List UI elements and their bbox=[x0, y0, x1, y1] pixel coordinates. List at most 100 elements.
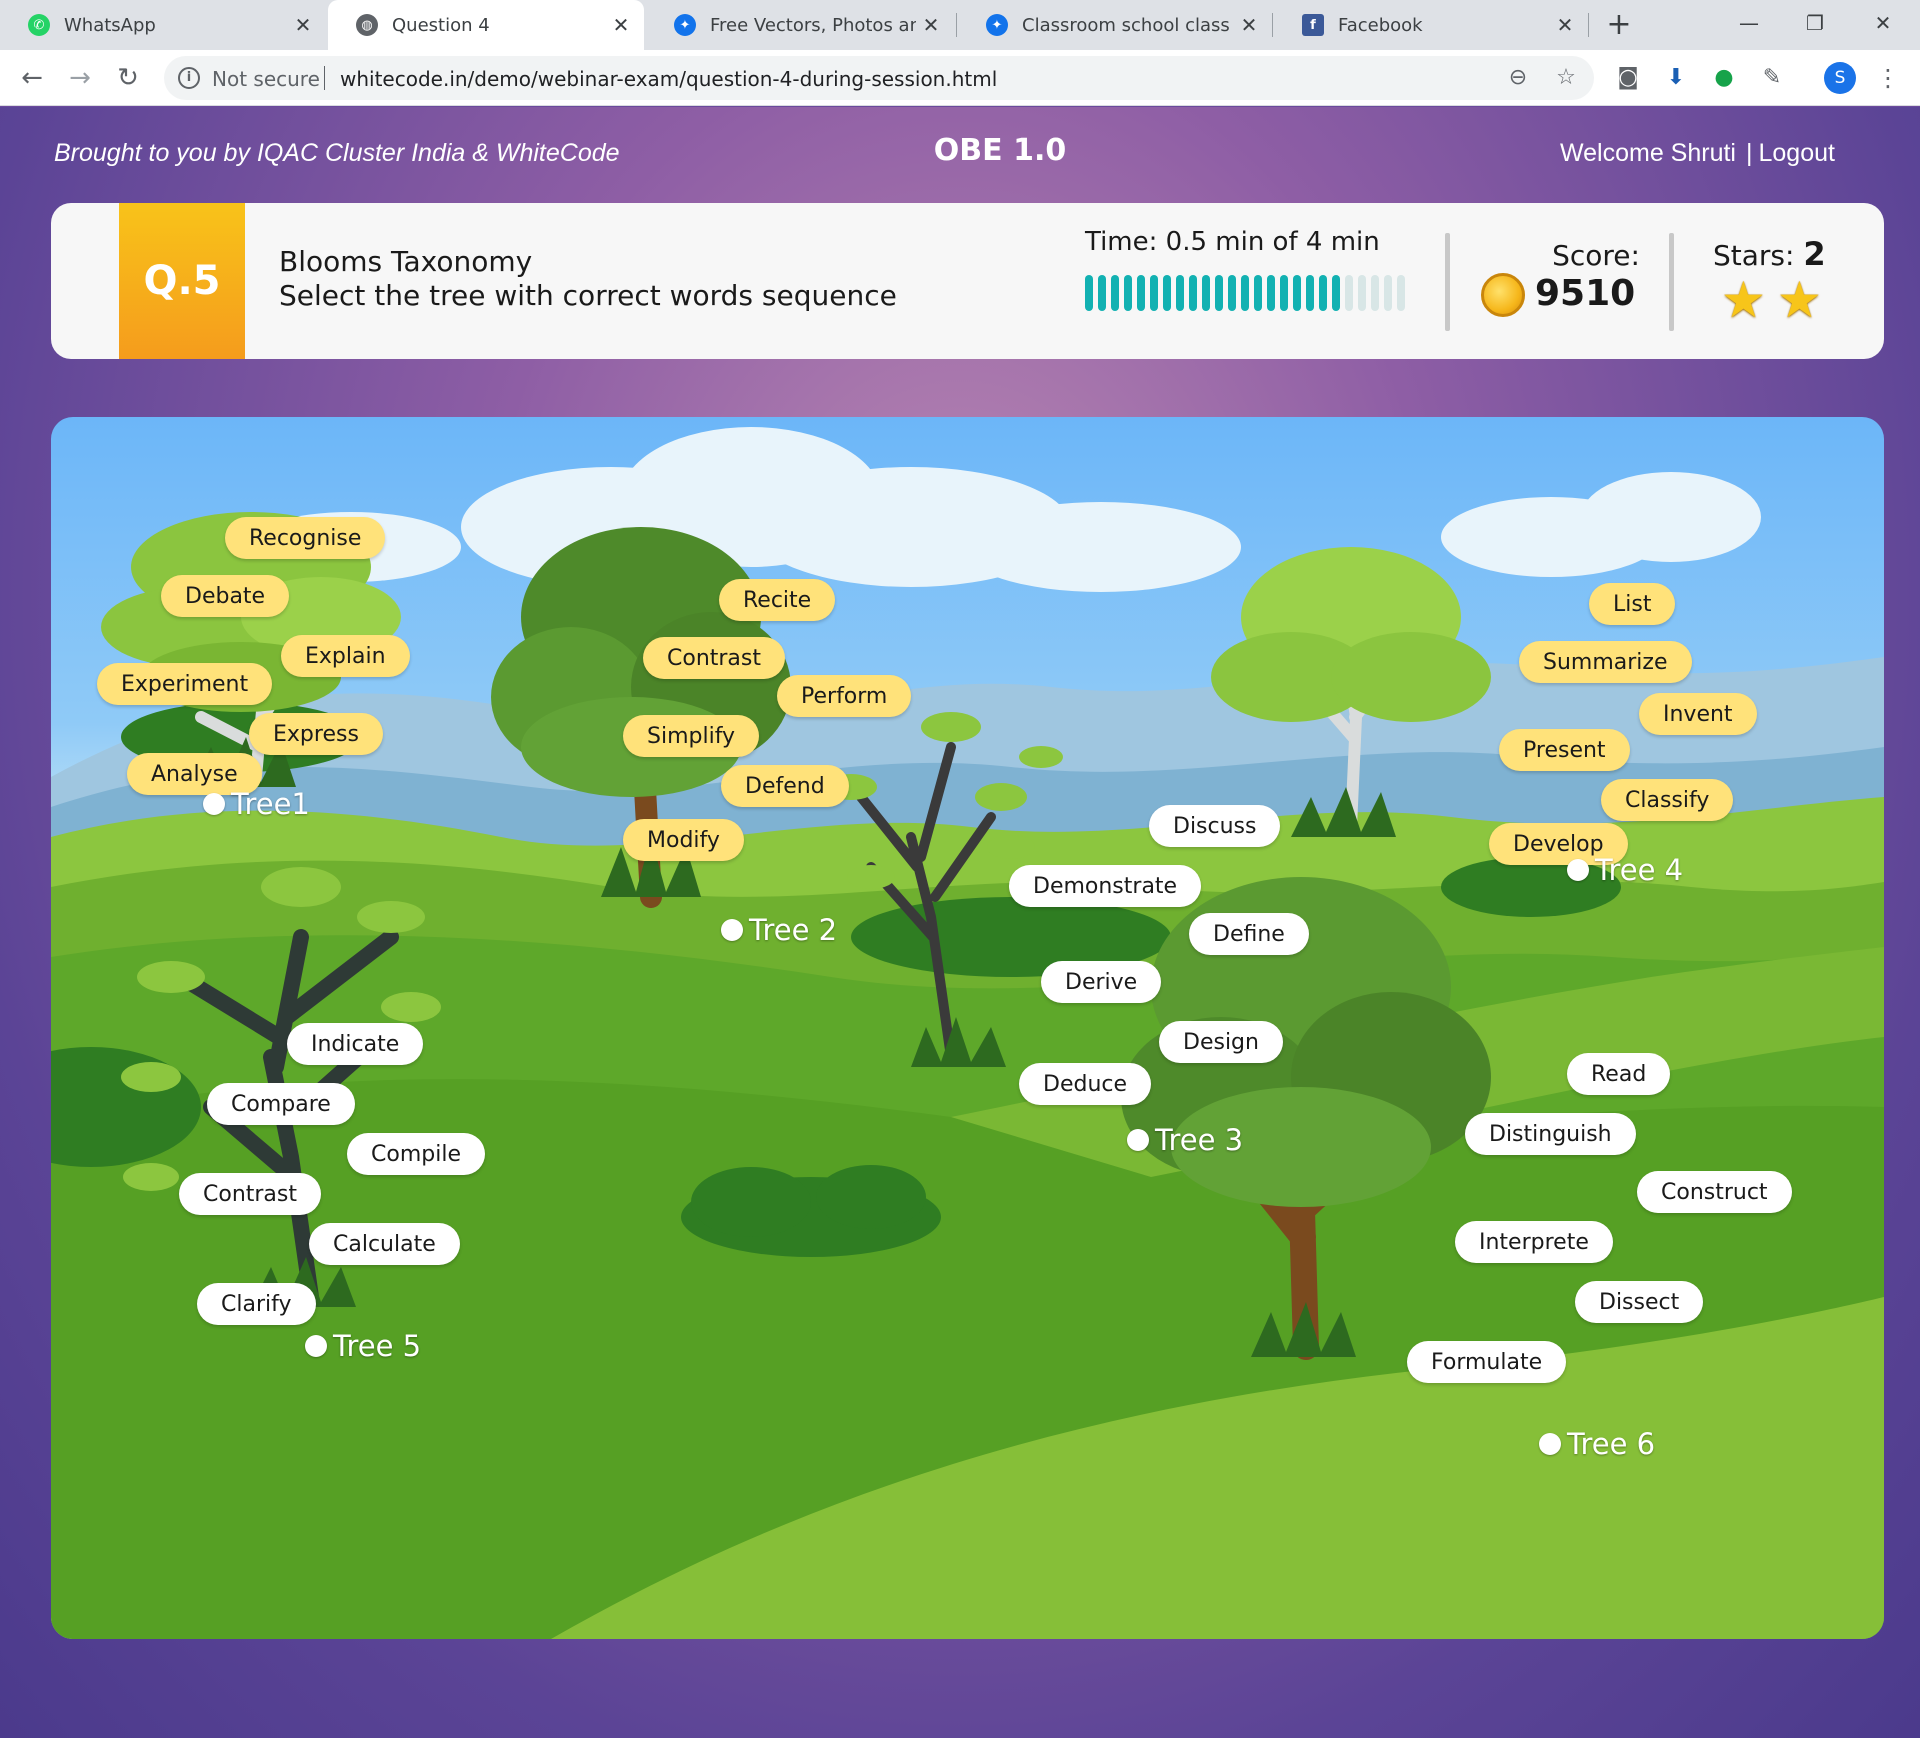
zoom-icon[interactable]: ⊖ bbox=[1504, 64, 1532, 92]
radio-button[interactable] bbox=[721, 919, 743, 941]
facebook-icon: f bbox=[1302, 14, 1324, 36]
url-text[interactable]: whitecode.in/demo/webinar-exam/question-… bbox=[340, 67, 997, 91]
radio-button[interactable] bbox=[305, 1335, 327, 1357]
tree-6-label[interactable]: Tree 6 bbox=[1567, 1427, 1655, 1461]
tree-2-word: Recite bbox=[719, 579, 836, 621]
radio-button[interactable] bbox=[1539, 1433, 1561, 1455]
close-icon[interactable]: ✕ bbox=[916, 13, 946, 37]
time-bar-segment bbox=[1384, 275, 1392, 311]
freepik-icon: ✦ bbox=[986, 14, 1008, 36]
tree-3-word: Derive bbox=[1041, 961, 1162, 1003]
time-bar-segment bbox=[1111, 275, 1119, 311]
tab-divider bbox=[1272, 13, 1273, 37]
tree-3-option[interactable]: Tree 3 bbox=[1127, 1123, 1243, 1157]
tree-6-word: Interprete bbox=[1455, 1221, 1613, 1263]
time-bar-segment bbox=[1254, 275, 1262, 311]
welcome-text: Welcome Shruti bbox=[1560, 139, 1736, 167]
card-divider bbox=[1669, 233, 1674, 331]
time-bar-segment bbox=[1397, 275, 1405, 311]
tree-1-option[interactable]: Tree1 bbox=[203, 787, 310, 821]
reload-icon[interactable]: ↻ bbox=[110, 60, 146, 96]
security-status: Not secure bbox=[212, 67, 320, 91]
time-bar-segment bbox=[1293, 275, 1301, 311]
eyedropper-extension-icon[interactable]: ✎ bbox=[1758, 64, 1786, 92]
card-divider bbox=[1445, 233, 1450, 331]
close-icon[interactable]: ✕ bbox=[1234, 13, 1264, 37]
tab-freepik-vectors[interactable]: ✦ Free Vectors, Photos and PS ✕ bbox=[646, 0, 954, 50]
tab-whatsapp[interactable]: ✆ WhatsApp ✕ bbox=[0, 0, 326, 50]
tree-1-label[interactable]: Tree1 bbox=[231, 787, 310, 821]
app-title: OBE 1.0 bbox=[933, 133, 1067, 168]
stars-count: 2 bbox=[1803, 235, 1826, 273]
tree-2-word: Defend bbox=[721, 765, 849, 807]
time-bar-segment bbox=[1267, 275, 1275, 311]
close-icon[interactable]: ✕ bbox=[1550, 13, 1580, 37]
tree-3-word: Demonstrate bbox=[1009, 865, 1202, 907]
time-bar-segment bbox=[1202, 275, 1210, 311]
freepik-icon: ✦ bbox=[674, 14, 696, 36]
tree-4-word: Present bbox=[1499, 729, 1630, 771]
tab-freepik-classroom[interactable]: ✦ Classroom school class roo ✕ bbox=[958, 0, 1272, 50]
forward-arrow-icon[interactable]: → bbox=[62, 60, 98, 96]
back-arrow-icon[interactable]: ← bbox=[14, 60, 50, 96]
time-bar-segment bbox=[1176, 275, 1184, 311]
question-card: Q.5 Blooms Taxonomy Select the tree with… bbox=[51, 203, 1884, 359]
score-label: Score: bbox=[1552, 239, 1640, 272]
bookmark-star-icon[interactable]: ☆ bbox=[1552, 64, 1580, 92]
tree-5-option[interactable]: Tree 5 bbox=[305, 1329, 421, 1363]
browser-tab-strip: ✆ WhatsApp ✕ ◍ Question 4 ✕ ✦ Free Vecto… bbox=[0, 0, 1920, 50]
brought-by-text: Brought to you by IQAC Cluster India & W… bbox=[54, 139, 620, 167]
tab-question-4[interactable]: ◍ Question 4 ✕ bbox=[328, 0, 644, 50]
tree-2-label[interactable]: Tree 2 bbox=[749, 913, 837, 947]
time-bar-segment bbox=[1371, 275, 1379, 311]
tree-4-label[interactable]: Tree 4 bbox=[1595, 853, 1683, 887]
minimize-icon[interactable]: — bbox=[1726, 6, 1772, 40]
tree-1-word: Recognise bbox=[225, 517, 386, 559]
globe-icon: ◍ bbox=[356, 14, 378, 36]
radio-button[interactable] bbox=[1127, 1129, 1149, 1151]
address-bar[interactable]: i Not secure whitecode.in/demo/webinar-e… bbox=[164, 56, 1594, 100]
time-bar-segment bbox=[1189, 275, 1197, 311]
logout-link[interactable]: Logout bbox=[1759, 139, 1835, 167]
tree-5-word: Contrast bbox=[179, 1173, 322, 1215]
coin-icon bbox=[1481, 273, 1525, 317]
time-label: Time: 0.5 min of 4 min bbox=[1085, 227, 1380, 257]
quiz-page: Brought to you by IQAC Cluster India & W… bbox=[0, 107, 1920, 1738]
new-tab-button[interactable]: + bbox=[1602, 8, 1636, 42]
info-icon[interactable]: i bbox=[178, 67, 200, 89]
tree-2-option[interactable]: Tree 2 bbox=[721, 913, 837, 947]
time-bar-segment bbox=[1124, 275, 1132, 311]
time-bar-segment bbox=[1358, 275, 1366, 311]
download-extension-icon[interactable]: ⬇ bbox=[1662, 64, 1690, 92]
tree-3-label[interactable]: Tree 3 bbox=[1155, 1123, 1243, 1157]
tree-5-label[interactable]: Tree 5 bbox=[333, 1329, 421, 1363]
time-bar-segment bbox=[1085, 275, 1093, 311]
tree-3-word: Define bbox=[1189, 913, 1309, 955]
star-icon: ★ bbox=[1777, 271, 1822, 329]
close-icon[interactable]: ✕ bbox=[288, 13, 318, 37]
camera-extension-icon[interactable]: ◙ bbox=[1614, 64, 1642, 92]
tab-title: Question 4 bbox=[392, 14, 490, 36]
tree-4-option[interactable]: Tree 4 bbox=[1567, 853, 1683, 887]
tree-6-option[interactable]: Tree 6 bbox=[1539, 1427, 1655, 1461]
tree-6-word: Formulate bbox=[1407, 1341, 1567, 1383]
tree-scene: Recognise Debate Explain Experiment Expr… bbox=[51, 417, 1884, 1639]
tab-facebook[interactable]: f Facebook ✕ bbox=[1274, 0, 1588, 50]
close-window-icon[interactable]: ✕ bbox=[1860, 6, 1906, 40]
tree-5-word: Compile bbox=[347, 1133, 485, 1175]
close-icon[interactable]: ✕ bbox=[606, 13, 636, 37]
time-bar-segment bbox=[1319, 275, 1327, 311]
radio-button[interactable] bbox=[203, 793, 225, 815]
browser-menu-icon[interactable]: ⋮ bbox=[1876, 62, 1900, 94]
time-bar-segment bbox=[1137, 275, 1145, 311]
tree-6-word: Construct bbox=[1637, 1171, 1792, 1213]
profile-avatar[interactable]: S bbox=[1824, 62, 1856, 94]
chat-extension-icon[interactable]: ● bbox=[1710, 64, 1738, 92]
star-icon: ★ bbox=[1721, 271, 1766, 329]
tree-4-word: Invent bbox=[1639, 693, 1757, 735]
score-value: 9510 bbox=[1535, 273, 1636, 314]
tree-5-word: Indicate bbox=[287, 1023, 424, 1065]
radio-button[interactable] bbox=[1567, 859, 1589, 881]
restore-icon[interactable]: ❐ bbox=[1792, 6, 1838, 40]
tree-2-word: Simplify bbox=[623, 715, 760, 757]
